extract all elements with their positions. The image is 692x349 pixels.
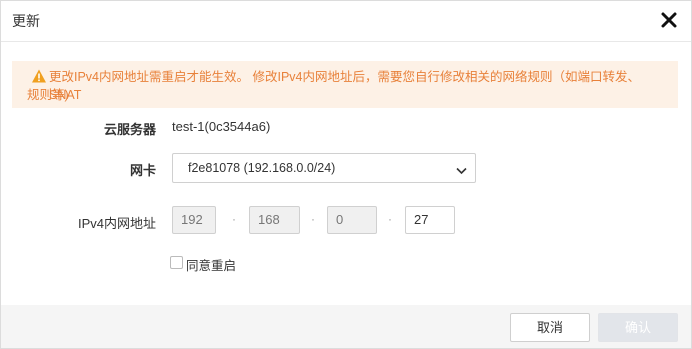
dialog-footer: 取消 确认 <box>1 305 691 348</box>
ip-octet-1: 192 <box>172 206 216 234</box>
close-icon[interactable] <box>659 10 679 30</box>
ip-separator: · <box>311 212 315 226</box>
server-value: test-1(0c3544a6) <box>172 119 271 134</box>
chevron-down-icon <box>456 163 467 175</box>
nic-label: 网卡 <box>129 163 156 178</box>
ip-label: IPv4内网地址 <box>77 216 156 231</box>
ip-octet-4-input[interactable]: 27 <box>405 206 455 234</box>
server-label: 云服务器 <box>103 122 156 137</box>
alert-line-2: 规则等) <box>27 88 69 102</box>
dialog-title: 更新 <box>12 13 40 29</box>
warning-icon <box>31 68 47 84</box>
alert-line-1: 更改IPv4内网地址需重启才能生效。 修改IPv4内网地址后，需要您自行修改相关… <box>49 70 640 102</box>
agree-restart-checkbox[interactable] <box>170 256 183 269</box>
agree-restart-label: 同意重启 <box>186 259 237 273</box>
confirm-button[interactable]: 确认 <box>598 313 678 342</box>
nic-select[interactable]: f2e81078 (192.168.0.0/24) <box>172 153 476 183</box>
ip-separator: · <box>232 212 236 226</box>
ip-separator: · <box>388 212 392 226</box>
update-dialog: 更新 更改IPv4内网地址需重启才能生效。 修改IPv4内网地址后，需要您自行修… <box>0 0 692 349</box>
alert-message: 更改IPv4内网地址需重启才能生效。 修改IPv4内网地址后，需要您自行修改相关… <box>27 68 668 104</box>
ip-octet-3: 0 <box>327 206 377 234</box>
cancel-button[interactable]: 取消 <box>510 313 590 342</box>
nic-select-value: f2e81078 (192.168.0.0/24) <box>188 161 336 175</box>
ip-octet-2: 168 <box>249 206 300 234</box>
dialog-header: 更新 <box>1 1 691 42</box>
warning-alert: 更改IPv4内网地址需重启才能生效。 修改IPv4内网地址后，需要您自行修改相关… <box>12 61 678 108</box>
